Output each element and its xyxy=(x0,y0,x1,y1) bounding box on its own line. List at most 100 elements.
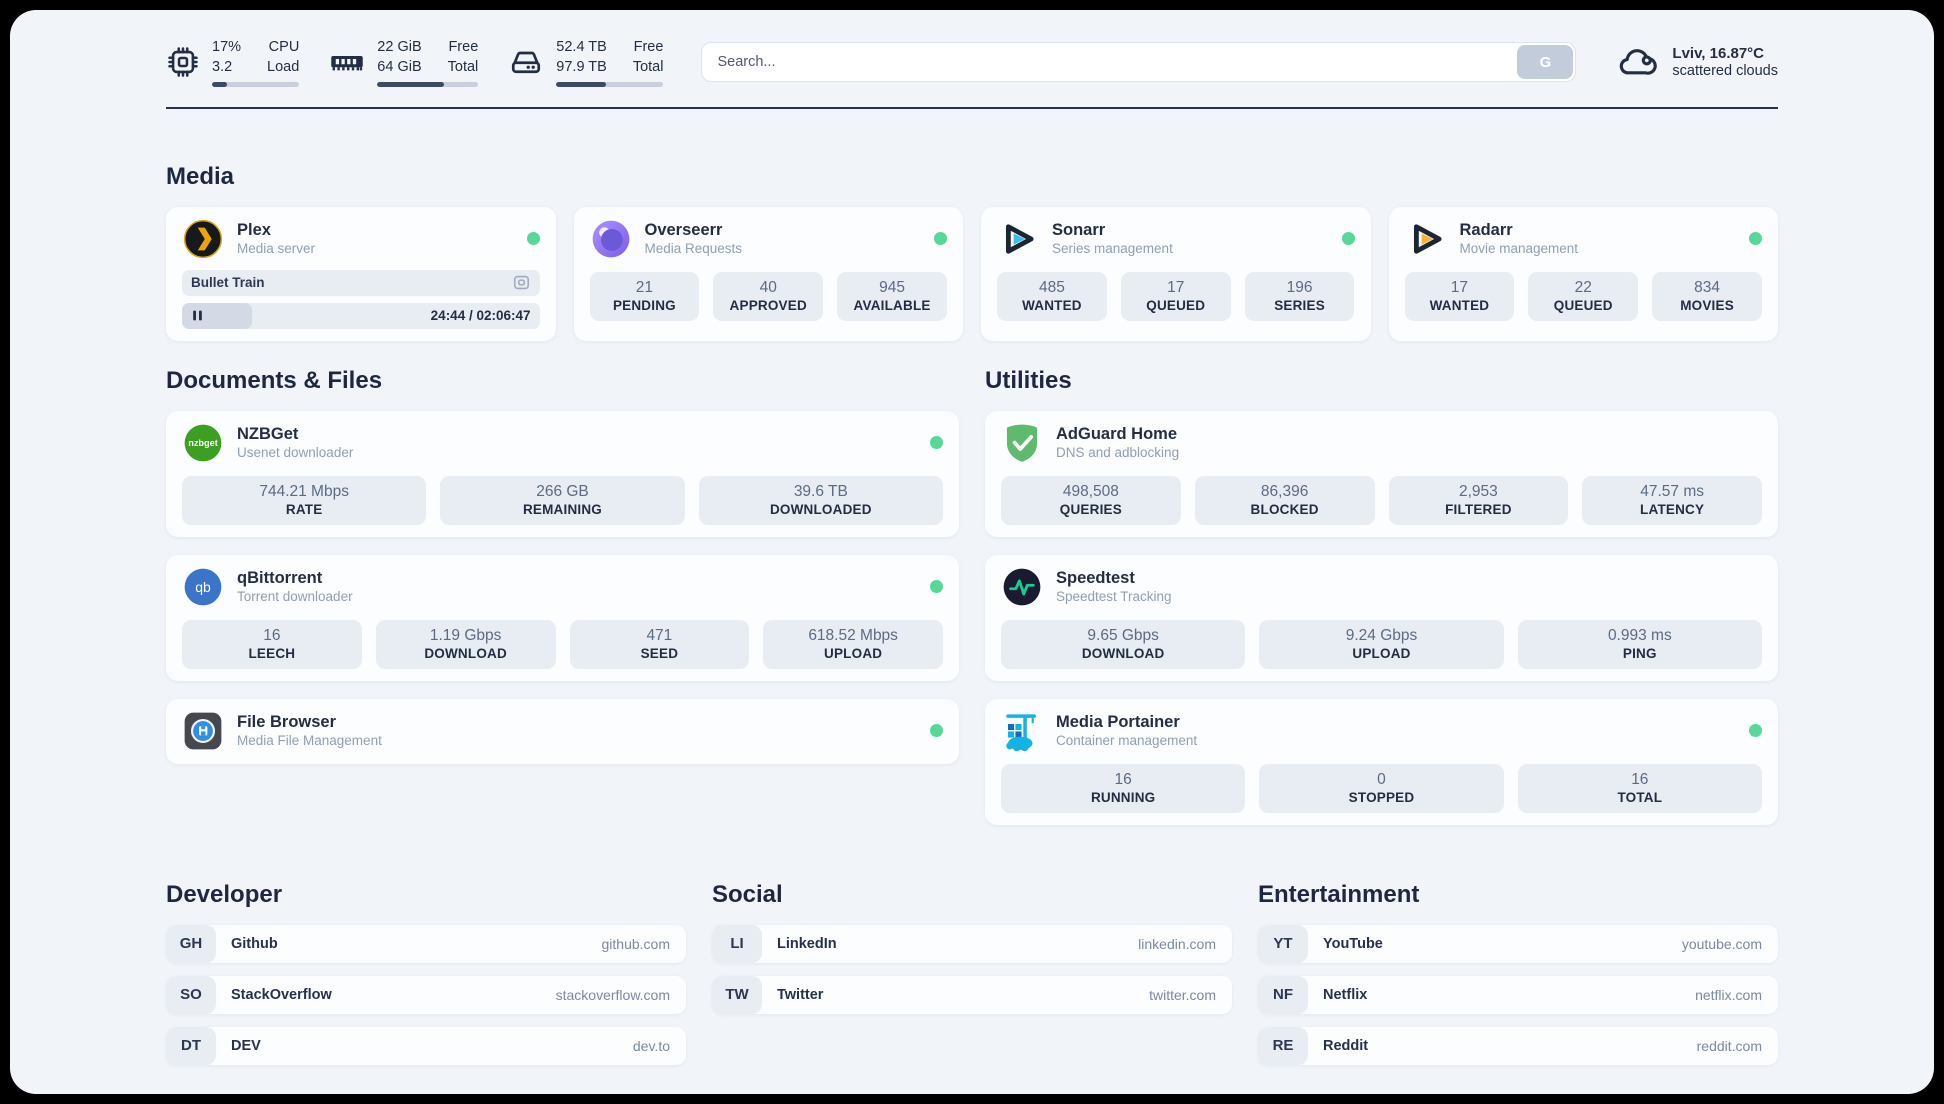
service-description: Media server xyxy=(237,241,316,257)
bookmark-reddit[interactable]: RE Reddit reddit.com xyxy=(1258,1026,1778,1065)
service-card-sonarr[interactable]: Sonarr Series management 485 WANTED 17 Q… xyxy=(981,206,1371,341)
plex-icon xyxy=(182,218,224,260)
disk-label-1: Free xyxy=(633,39,664,55)
service-name: NZBGet xyxy=(237,425,299,444)
memory-stat: 22 GiB Free 64 GiB Total xyxy=(329,38,479,87)
stat-box: 86,396 BLOCKED xyxy=(1194,475,1375,525)
service-name: Plex xyxy=(237,221,271,240)
pause-icon[interactable] xyxy=(191,309,204,322)
bookmark-github[interactable]: GH Github github.com xyxy=(166,924,686,963)
stat-box: 618.52 Mbps UPLOAD xyxy=(763,619,943,669)
nzbget-icon: nzbget xyxy=(182,422,224,464)
disk-total-value: 97.9 TB xyxy=(556,58,607,75)
bookmark-url: dev.to xyxy=(632,1037,670,1054)
svg-text:qb: qb xyxy=(195,579,211,595)
status-online-dot xyxy=(1749,232,1762,246)
service-description: DNS and adblocking xyxy=(1056,445,1180,461)
speedtest-icon xyxy=(1001,566,1043,608)
overseerr-icon xyxy=(590,218,632,260)
disk-label-2: Total xyxy=(632,58,664,75)
service-name: Sonarr xyxy=(1052,221,1106,240)
stat-box: 744.21 Mbps RATE xyxy=(182,475,427,525)
bookmark-name: Netflix xyxy=(1323,986,1368,1003)
weather-location: Lviv, 16.87°C xyxy=(1672,45,1765,63)
service-card-plex[interactable]: Plex Media server Bullet Train 24:44 / 0… xyxy=(166,206,556,341)
service-description: Torrent downloader xyxy=(237,589,353,605)
utilities-column: Utilities AdGuard Home DNS and adblockin… xyxy=(985,367,1778,825)
bookmark-name: Twitter xyxy=(777,986,824,1003)
memory-progress-bar xyxy=(377,81,479,87)
stat-box: 16 TOTAL xyxy=(1517,763,1762,813)
stat-box: 2,953 FILTERED xyxy=(1388,475,1569,525)
service-card-qbittorrent[interactable]: qb qBittorrent Torrent downloader 16 LEE… xyxy=(166,554,959,681)
bookmark-url: netflix.com xyxy=(1695,986,1762,1003)
playback-time: 24:44 / 02:06:47 xyxy=(430,308,531,324)
section-title-developer: Developer xyxy=(166,880,283,908)
qbittorrent-icon: qb xyxy=(182,566,224,608)
service-description: Usenet downloader xyxy=(237,445,354,461)
social-column: Social LI LinkedIn linkedin.com TW Twitt… xyxy=(712,881,1232,1065)
header-divider xyxy=(166,106,1778,109)
now-playing-row: Bullet Train xyxy=(182,269,540,296)
search-engine-button[interactable]: G xyxy=(1517,45,1574,80)
bookmark-linkedin[interactable]: LI LinkedIn linkedin.com xyxy=(712,924,1232,963)
service-card-radarr[interactable]: Radarr Movie management 17 WANTED 22 QUE… xyxy=(1388,206,1778,341)
cloud-icon xyxy=(1614,42,1660,82)
search: G xyxy=(701,42,1577,83)
section-title-social: Social xyxy=(712,880,783,908)
cpu-percent: 17% xyxy=(212,39,242,55)
stat-box: 9.65 Gbps DOWNLOAD xyxy=(1001,619,1246,669)
stat-box: 834 MOVIES xyxy=(1652,271,1762,321)
bookmark-name: YouTube xyxy=(1323,935,1383,952)
service-name: Speedtest xyxy=(1056,569,1135,588)
bookmark-name: LinkedIn xyxy=(777,935,837,952)
status-online-dot xyxy=(930,580,943,594)
service-description: Movie management xyxy=(1459,241,1579,257)
adguard-icon xyxy=(1001,422,1043,464)
bookmark-name: Reddit xyxy=(1323,1037,1369,1054)
stat-box: 47.57 ms LATENCY xyxy=(1582,475,1762,525)
service-name: qBittorrent xyxy=(237,569,323,588)
service-card-nzbget[interactable]: nzbget NZBGet Usenet downloader 744.21 M… xyxy=(166,410,959,537)
stat-box: 16 RUNNING xyxy=(1001,763,1246,813)
status-online-dot xyxy=(930,724,943,738)
stat-box: 196 SERIES xyxy=(1244,271,1355,321)
bookmark-url: youtube.com xyxy=(1681,935,1762,952)
bookmark-dev[interactable]: DT DEV dev.to xyxy=(166,1026,686,1065)
service-card-filebrowser[interactable]: File Browser Media File Management xyxy=(166,698,959,764)
service-name: Radarr xyxy=(1459,221,1513,240)
bookmark-name: DEV xyxy=(231,1037,261,1054)
filebrowser-icon xyxy=(182,710,224,752)
stat-box: 16 LEECH xyxy=(182,619,362,669)
service-card-adguard[interactable]: AdGuard Home DNS and adblocking 498,508 … xyxy=(985,410,1778,537)
status-online-dot xyxy=(930,436,943,450)
stat-box: 17 WANTED xyxy=(1404,271,1515,321)
cpu-stat: 17% CPU 3.2 Load xyxy=(166,38,300,87)
ram-icon xyxy=(329,44,365,80)
stat-box: 485 WANTED xyxy=(997,271,1107,321)
bookmark-stackoverflow[interactable]: SO StackOverflow stackoverflow.com xyxy=(166,975,686,1014)
bookmark-youtube[interactable]: YT YouTube youtube.com xyxy=(1258,924,1778,963)
section-title-documents: Documents & Files xyxy=(166,366,383,394)
system-stats: 17% CPU 3.2 Load 22 GiB Free 64 GiB Tota… xyxy=(166,38,664,87)
svg-text:nzbget: nzbget xyxy=(188,438,218,448)
bookmark-abbr: YT xyxy=(1258,924,1308,963)
stat-box: 9.24 Gbps UPLOAD xyxy=(1259,619,1504,669)
service-card-portainer[interactable]: Media Portainer Container management 16 … xyxy=(985,698,1778,825)
status-online-dot xyxy=(1749,724,1762,738)
stat-box: 21 PENDING xyxy=(589,271,700,321)
service-card-speedtest[interactable]: Speedtest Speedtest Tracking 9.65 Gbps D… xyxy=(985,554,1778,681)
cpu-label-1: CPU xyxy=(268,39,300,55)
stat-box: 0 STOPPED xyxy=(1259,763,1504,813)
service-card-overseerr[interactable]: Overseerr Media Requests 21 PENDING 40 A… xyxy=(573,206,963,341)
disk-free-value: 52.4 TB xyxy=(556,39,607,55)
bookmark-abbr: GH xyxy=(166,924,216,963)
stat-box: 498,508 QUERIES xyxy=(1001,475,1181,525)
search-input[interactable] xyxy=(701,42,1577,83)
bookmark-netflix[interactable]: NF Netflix netflix.com xyxy=(1258,975,1778,1014)
service-description: Series management xyxy=(1052,241,1173,257)
bookmark-name: StackOverflow xyxy=(231,986,332,1003)
service-name: File Browser xyxy=(237,713,337,732)
service-description: Container management xyxy=(1056,733,1198,749)
bookmark-twitter[interactable]: TW Twitter twitter.com xyxy=(712,975,1232,1014)
